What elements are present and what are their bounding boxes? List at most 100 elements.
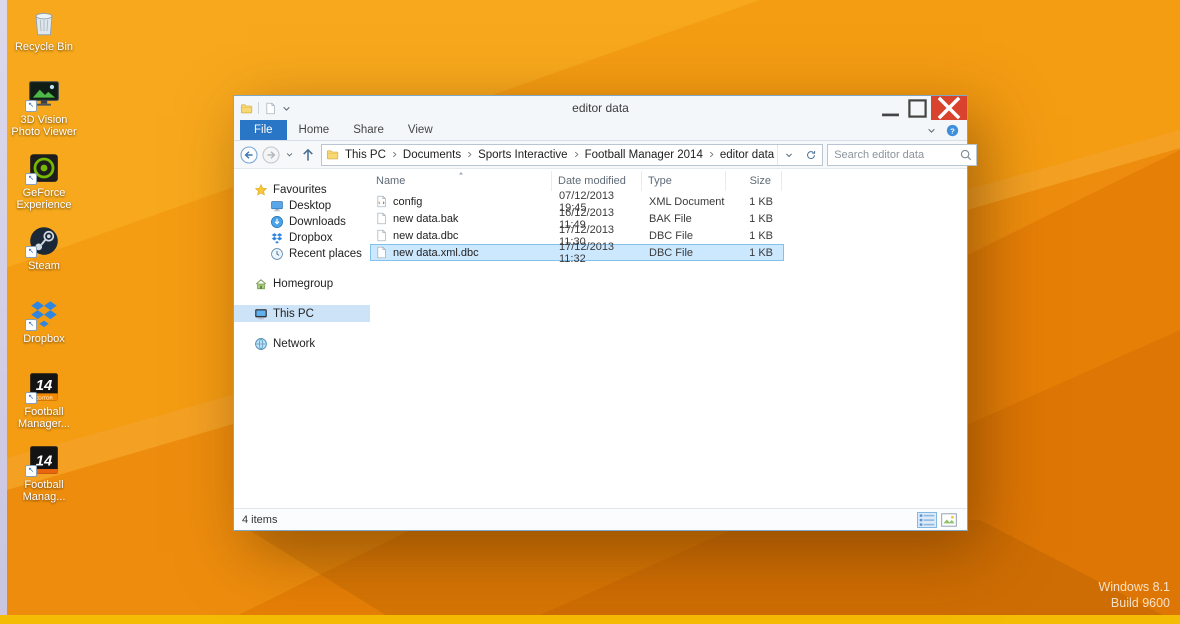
svg-text:?: ? xyxy=(950,126,955,135)
desktop-icon-label: Dropbox xyxy=(23,333,65,345)
nav-group-network: Network xyxy=(234,335,370,352)
forward-button[interactable] xyxy=(262,145,280,164)
screen-bottom-strip xyxy=(0,615,1180,624)
tab-file[interactable]: File xyxy=(240,120,287,140)
star-icon xyxy=(254,183,268,197)
sidebar-item-favourites[interactable]: Favourites xyxy=(234,181,370,198)
desktop-icon-label: Steam xyxy=(28,260,60,272)
chevron-down-icon xyxy=(280,102,293,115)
sidebar-item-dropbox[interactable]: Dropbox xyxy=(234,230,370,246)
file-name-cell: config xyxy=(371,194,553,209)
file-name: config xyxy=(393,195,423,208)
sidebar-item-network[interactable]: Network xyxy=(234,335,370,352)
file-name-cell: new data.xml.dbc xyxy=(371,245,553,260)
sidebar-item-label: Recent places xyxy=(289,248,362,260)
up-button[interactable] xyxy=(299,146,317,164)
ribbon-tab-row: File Home Share View ? xyxy=(234,120,967,141)
breadcrumb-item[interactable]: Football Manager 2014 xyxy=(582,149,706,161)
file-type: XML Document xyxy=(649,195,725,208)
sidebar-item-this-pc[interactable]: This PC xyxy=(234,305,370,322)
nav-pane: Favourites Desktop Downloads Dropbox Recent … xyxy=(234,169,370,508)
search-box xyxy=(827,143,978,166)
desktop-icon-dropbox[interactable]: Dropbox xyxy=(6,297,82,359)
crumb-sep-icon xyxy=(706,149,717,160)
sidebar-item-desktop[interactable]: Desktop xyxy=(234,198,370,214)
desktop-icon-label: Football Manag... xyxy=(22,479,66,503)
column-header-name[interactable]: Name xyxy=(370,171,552,191)
watermark-line-1: Windows 8.1 xyxy=(1098,580,1170,594)
breadcrumb-item[interactable]: Documents xyxy=(400,149,464,161)
desktop-icon-recycle-bin[interactable]: Recycle Bin xyxy=(6,5,82,67)
tab-view[interactable]: View xyxy=(396,120,445,140)
file-date-modified: 17/12/2013 11:32 xyxy=(559,240,615,265)
desktop-icon-fm-editor[interactable]: 14 EDITOR Football Manager... xyxy=(6,370,82,432)
breadcrumb-item[interactable]: This PC xyxy=(342,149,389,161)
window-title: editor data xyxy=(572,101,629,115)
file-row[interactable]: new data.xml.dbc 17/12/2013 11:32 DBC File… xyxy=(370,240,784,265)
photo-viewer-icon xyxy=(25,78,61,112)
fm-icon: 14 xyxy=(25,443,61,477)
ribbon-tabs: File Home Share View xyxy=(240,120,445,140)
nav-group-favourites: Favourites Desktop Downloads Dropbox Recent … xyxy=(234,181,370,262)
content-view-button[interactable] xyxy=(939,512,959,528)
recent-locations-button[interactable] xyxy=(284,149,295,160)
file-type: DBC File xyxy=(649,229,694,242)
desktop-icon-photo-viewer[interactable]: 3D Vision Photo Viewer xyxy=(6,78,82,140)
sidebar-item-label: Dropbox xyxy=(289,232,333,244)
up-arrow-icon xyxy=(299,146,317,164)
xml-doc-icon xyxy=(375,195,388,208)
title-bar[interactable]: editor data xyxy=(234,96,967,120)
folder-icon xyxy=(326,148,339,161)
file-type: BAK File xyxy=(649,212,692,225)
column-header-label: Type xyxy=(648,175,672,187)
column-header-type[interactable]: Type xyxy=(642,171,726,191)
address-bar-controls xyxy=(777,144,822,165)
address-row: This PC Documents Sports Interactive Footba… xyxy=(234,141,978,169)
quick-access-toolbar[interactable] xyxy=(234,102,293,115)
dropbox-icon xyxy=(270,231,284,245)
desktop-icon-fm[interactable]: 14 Football Manag... xyxy=(6,443,82,505)
fm-editor-icon: 14 EDITOR xyxy=(25,370,61,404)
crumb-sep-icon xyxy=(389,149,400,160)
status-bar: 4 items xyxy=(234,508,967,530)
page-icon xyxy=(375,229,388,242)
column-header-size[interactable]: Size xyxy=(726,171,782,191)
tab-share[interactable]: Share xyxy=(341,120,396,140)
address-bar[interactable]: This PC Documents Sports Interactive Footba… xyxy=(321,143,824,166)
downloads-icon xyxy=(270,215,284,229)
breadcrumb-item[interactable]: Sports Interactive xyxy=(475,149,570,161)
column-header-date-modified[interactable]: Date modified xyxy=(552,171,642,191)
sidebar-item-recent-places[interactable]: Recent places xyxy=(234,246,370,262)
desktop-icons: Recycle Bin 3D Vision Photo Viewer GeForce… xyxy=(6,5,82,505)
desktop-icon-steam[interactable]: Steam xyxy=(6,224,82,286)
sort-ascending-icon xyxy=(456,169,466,177)
sidebar-item-homegroup[interactable]: Homegroup xyxy=(234,275,370,292)
address-dropdown-chevron-icon[interactable] xyxy=(783,149,795,161)
back-icon xyxy=(240,145,258,164)
explorer-window: editor data File Home Share View ? This PC D… xyxy=(233,95,978,531)
sidebar-item-label: Downloads xyxy=(289,216,346,228)
search-input[interactable] xyxy=(828,144,977,165)
file-size: 1 KB xyxy=(749,212,773,225)
breadcrumb-item[interactable]: editor data xyxy=(717,149,777,161)
file-name-cell: new data.dbc xyxy=(371,228,553,243)
item-count: 4 items xyxy=(242,513,278,526)
desktop-icon-geforce[interactable]: GeForce Experience xyxy=(6,151,82,213)
close-button[interactable] xyxy=(931,96,967,120)
sidebar-item-label: Network xyxy=(273,337,316,350)
maximize-button[interactable] xyxy=(904,96,931,120)
desktop-icon-label: Recycle Bin xyxy=(14,41,74,53)
breadcrumb: This PC Documents Sports Interactive Footba… xyxy=(342,149,777,161)
file-name: new data.dbc xyxy=(393,229,459,242)
back-button[interactable] xyxy=(240,145,258,164)
close-icon xyxy=(931,90,967,126)
column-headers: Name Date modified Type Size xyxy=(370,171,967,191)
tab-home[interactable]: Home xyxy=(287,120,342,140)
file-size: 1 KB xyxy=(749,246,773,259)
refresh-icon[interactable] xyxy=(805,149,817,161)
details-view-button[interactable] xyxy=(917,511,937,528)
minimize-icon xyxy=(877,95,904,122)
minimize-button[interactable] xyxy=(877,96,904,120)
steam-icon xyxy=(25,224,61,258)
sidebar-item-downloads[interactable]: Downloads xyxy=(234,214,370,230)
